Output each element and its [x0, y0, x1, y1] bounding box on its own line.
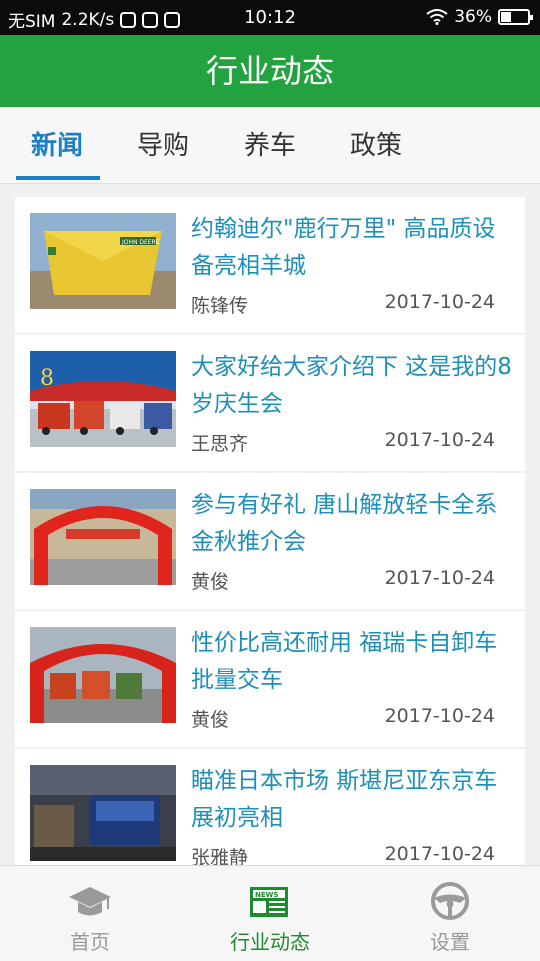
news-title[interactable]: 性价比高还耐用 福瑞卡自卸车批量交车 — [191, 625, 517, 699]
battery-icon — [498, 9, 533, 25]
graduation-cap-icon — [69, 887, 111, 916]
tab-policy[interactable]: 政策 — [326, 107, 426, 183]
news-date: 2017-10-24 — [384, 567, 495, 589]
news-date: 2017-10-24 — [384, 429, 495, 451]
tab-news[interactable]: 新闻 — [7, 107, 107, 183]
page-title: 行业动态 — [205, 52, 334, 90]
news-title[interactable]: 大家好给大家介绍下 这是我的8岁庆生会 — [191, 349, 517, 423]
nav-home[interactable]: 首页 — [0, 866, 180, 961]
news-item[interactable]: JOHN DEERE 约翰迪尔"鹿行万里" 高品质设备亮相羊城 陈锋传 2017… — [15, 197, 525, 333]
tab-indicator — [16, 176, 100, 180]
category-tabs: 新闻 导购 养车 政策 — [0, 107, 540, 184]
news-thumbnail — [30, 765, 176, 861]
nav-settings-label: 设置 — [430, 930, 470, 954]
nav-industry-news[interactable]: NEWS 行业动态 — [180, 866, 360, 961]
news-item[interactable]: 性价比高还耐用 福瑞卡自卸车批量交车 黄俊 2017-10-24 — [15, 611, 525, 747]
news-icon: NEWS — [250, 887, 288, 917]
news-item[interactable]: 参与有好礼 唐山解放轻卡全系金秋推介会 黄俊 2017-10-24 — [15, 473, 525, 609]
news-title[interactable]: 约翰迪尔"鹿行万里" 高品质设备亮相羊城 — [191, 211, 517, 285]
tab-car-care[interactable]: 养车 — [220, 107, 320, 183]
news-date: 2017-10-24 — [384, 843, 495, 865]
news-author: 张雅静 — [191, 847, 249, 865]
news-date: 2017-10-24 — [384, 291, 495, 313]
app-bar: 行业动态 — [0, 35, 540, 107]
news-thumbnail — [30, 627, 176, 723]
news-list[interactable]: JOHN DEERE 约翰迪尔"鹿行万里" 高品质设备亮相羊城 陈锋传 2017… — [15, 197, 525, 865]
news-author: 陈锋传 — [191, 295, 249, 317]
thumb-sign: JOHN DEERE — [121, 239, 160, 246]
news-title[interactable]: 瞄准日本市场 斯堪尼亚东京车展初亮相 — [191, 763, 517, 837]
nav-home-label: 首页 — [70, 930, 110, 954]
news-thumbnail: JOHN DEERE — [30, 213, 176, 309]
news-title[interactable]: 参与有好礼 唐山解放轻卡全系金秋推介会 — [191, 487, 517, 561]
nav-settings[interactable]: 设置 — [360, 866, 540, 961]
bottom-navigation: 首页 NEWS 行业动态 设置 — [0, 865, 540, 961]
news-thumbnail — [30, 489, 176, 585]
tab-shopping-guide[interactable]: 导购 — [113, 107, 213, 183]
news-thumbnail: 8 — [30, 351, 176, 447]
news-author: 王思齐 — [191, 433, 249, 455]
wifi-icon — [426, 9, 448, 25]
svg-text:NEWS: NEWS — [255, 891, 278, 899]
nav-industry-news-label: 行业动态 — [230, 930, 310, 954]
battery-percent: 36% — [454, 7, 492, 27]
news-author: 黄俊 — [191, 709, 230, 731]
news-item[interactable]: 8 大家好给大家介绍下 这是我的8岁庆生会 王思齐 2017-10-24 — [15, 335, 525, 471]
steering-wheel-icon — [431, 882, 469, 920]
news-date: 2017-10-24 — [384, 705, 495, 727]
thumb-sign: 8 — [40, 366, 54, 391]
status-bar: 无SIM 2.2K/s 10:12 36% — [0, 0, 540, 35]
news-item[interactable]: 瞄准日本市场 斯堪尼亚东京车展初亮相 张雅静 2017-10-24 — [15, 749, 525, 865]
news-author: 黄俊 — [191, 571, 230, 593]
